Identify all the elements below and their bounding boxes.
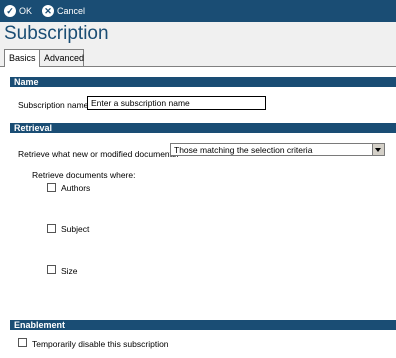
retrieve-what-select[interactable]: Those matching the selection criteria — [170, 143, 385, 156]
authors-checkbox[interactable] — [47, 183, 56, 192]
title-area: Subscription — [0, 22, 396, 48]
retrieve-what-label: Retrieve what new or modified documents: — [18, 149, 179, 159]
retrieve-what-value: Those matching the selection criteria — [174, 145, 313, 155]
section-header-retrieval: Retrieval — [10, 123, 396, 133]
subject-label: Subject — [61, 224, 90, 234]
cancel-button[interactable]: ✕ Cancel — [42, 3, 85, 19]
toolbar: ✓ OK ✕ Cancel — [0, 0, 396, 22]
tab-basics[interactable]: Basics — [4, 49, 40, 67]
authors-label: Authors — [61, 183, 91, 193]
chevron-down-icon[interactable] — [372, 144, 384, 155]
disable-subscription-label: Temporarily disable this subscription — [32, 339, 169, 349]
section-header-name: Name — [10, 77, 396, 87]
subject-checkbox[interactable] — [47, 224, 56, 233]
close-icon: ✕ — [42, 5, 54, 17]
content-panel — [0, 67, 396, 358]
tab-advanced[interactable]: Advanced — [39, 49, 84, 66]
size-label: Size — [61, 266, 78, 276]
ok-button[interactable]: ✓ OK — [4, 3, 32, 19]
ok-label: OK — [19, 6, 33, 16]
retrieve-documents-where-label: Retrieve documents where: — [32, 170, 136, 180]
section-header-enablement: Enablement — [10, 320, 396, 330]
size-checkbox[interactable] — [47, 265, 56, 274]
subscription-name-label: Subscription name: — [18, 100, 91, 110]
cancel-label: Cancel — [57, 6, 86, 16]
tab-advanced-label: Advanced — [44, 53, 85, 63]
disable-subscription-checkbox[interactable] — [18, 338, 27, 347]
subscription-name-input[interactable] — [87, 96, 266, 110]
tab-basics-label: Basics — [9, 53, 36, 63]
page-title: Subscription — [4, 23, 109, 44]
checkmark-icon: ✓ — [4, 5, 16, 17]
